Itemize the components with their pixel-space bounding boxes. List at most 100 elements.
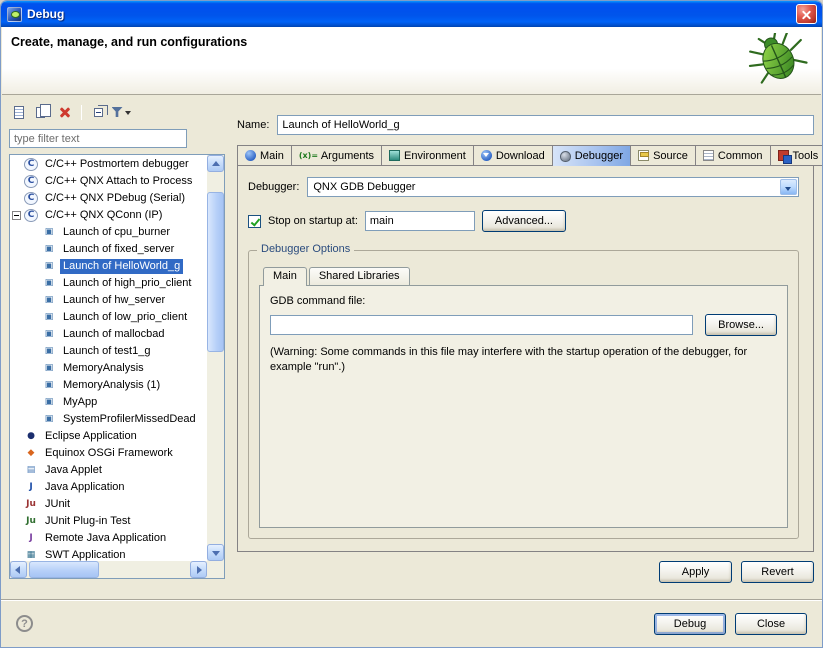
window-title: Debug — [27, 7, 796, 21]
stop-on-startup-input[interactable] — [365, 211, 475, 231]
tab-debugger[interactable]: Debugger — [553, 145, 631, 166]
tree-item[interactable]: ▣ Launch of high_prio_client — [10, 275, 207, 292]
tree-item[interactable]: Ju JUnit Plug-in Test — [10, 513, 207, 530]
qnx-config-icon: C — [24, 209, 38, 222]
scrollbar-corner — [207, 561, 224, 578]
tree-item[interactable]: ▣ MyApp — [10, 394, 207, 411]
expander-icon[interactable] — [12, 211, 21, 220]
collapse-all-icon — [94, 108, 103, 117]
swt-application-icon: ▦ — [24, 549, 38, 561]
tree-item[interactable]: ▣ SystemProfilerMissedDead — [10, 411, 207, 428]
close-button[interactable]: Close — [735, 613, 807, 635]
tree-item[interactable]: ● Eclipse Application — [10, 428, 207, 445]
tab-tools[interactable]: Tools — [771, 145, 823, 166]
apply-button[interactable]: Apply — [659, 561, 732, 583]
junit-plugin-icon: Ju — [24, 515, 38, 528]
tree-item[interactable]: ▣ Launch of HelloWorld_g — [10, 258, 207, 275]
gdb-command-file-input[interactable] — [270, 315, 693, 335]
remote-java-icon: J — [24, 532, 38, 545]
duplicate-icon — [36, 107, 45, 118]
osgi-framework-icon: ◆ — [24, 447, 38, 460]
java-application-icon: J — [24, 481, 38, 494]
launch-config-icon: ▣ — [42, 311, 56, 324]
main-tab-icon — [245, 150, 256, 161]
tree-item[interactable]: ▣ Launch of mallocbad — [10, 326, 207, 343]
debugger-options-title: Debugger Options — [257, 243, 354, 255]
tab-source[interactable]: Source — [631, 145, 696, 166]
stop-on-startup-checkbox[interactable] — [248, 215, 261, 228]
tree-item[interactable]: C C/C++ Postmortem debugger — [10, 156, 207, 173]
debugger-combobox[interactable]: QNX GDB Debugger — [307, 177, 799, 197]
filter-input[interactable] — [9, 129, 187, 148]
tree-item[interactable]: ▣ MemoryAnalysis (1) — [10, 377, 207, 394]
tree-vertical-scrollbar[interactable] — [207, 155, 224, 561]
tree-item[interactable]: C C/C++ QNX Attach to Process — [10, 173, 207, 190]
tab-main[interactable]: Main — [237, 145, 292, 166]
launch-config-icon: ▣ — [42, 226, 56, 239]
duplicate-configuration-button[interactable] — [32, 102, 52, 122]
debugger-tab-panel: Debugger: QNX GDB Debugger Stop on start… — [237, 166, 814, 552]
scroll-down-button[interactable] — [207, 544, 224, 561]
delete-configuration-button[interactable] — [55, 102, 75, 122]
close-icon[interactable] — [796, 4, 817, 24]
scroll-right-button[interactable] — [190, 561, 207, 578]
common-tab-icon — [703, 150, 714, 161]
tree-item[interactable]: C C/C++ QNX PDebug (Serial) — [10, 190, 207, 207]
tree-item[interactable]: C C/C++ QNX QConn (IP) — [10, 207, 207, 224]
advanced-button[interactable]: Advanced... — [482, 210, 566, 232]
tab-environment[interactable]: Environment — [382, 145, 474, 166]
junit-icon: Ju — [24, 498, 38, 511]
arguments-tab-icon — [299, 150, 317, 161]
combobox-dropdown-icon[interactable] — [780, 179, 797, 195]
dialog-icon — [7, 7, 22, 22]
vertical-scroll-thumb[interactable] — [207, 192, 224, 352]
name-input[interactable] — [277, 115, 814, 135]
filter-menu-button[interactable] — [111, 102, 131, 122]
tree-item[interactable]: ▣ Launch of fixed_server — [10, 241, 207, 258]
horizontal-scroll-thumb[interactable] — [29, 561, 99, 578]
launch-config-icon: ▣ — [42, 243, 56, 256]
tree-item[interactable]: Ju JUnit — [10, 496, 207, 513]
help-icon[interactable]: ? — [16, 615, 33, 632]
page-title: Create, manage, and run configurations — [11, 35, 247, 49]
tab-arguments[interactable]: Arguments — [292, 145, 382, 166]
chevron-down-icon — [125, 111, 131, 118]
debugger-tab-icon — [560, 151, 571, 162]
launch-config-icon: ▣ — [42, 396, 56, 409]
tree-item[interactable]: ▣ Launch of hw_server — [10, 292, 207, 309]
tree-horizontal-scrollbar[interactable] — [10, 561, 207, 578]
tree-item[interactable]: ▤ Java Applet — [10, 462, 207, 479]
tree-item[interactable]: J Remote Java Application — [10, 530, 207, 547]
source-tab-icon — [638, 150, 649, 161]
collapse-all-button[interactable] — [88, 102, 108, 122]
tree-item[interactable]: ▣ Launch of cpu_burner — [10, 224, 207, 241]
config-tabbar: Main Arguments Environment Download Debu… — [237, 145, 814, 166]
new-configuration-button[interactable] — [9, 102, 29, 122]
tree-item[interactable]: J Java Application — [10, 479, 207, 496]
browse-button[interactable]: Browse... — [705, 314, 777, 336]
tree-item[interactable]: ▣ Launch of test1_g — [10, 343, 207, 360]
tree-item[interactable]: ▣ Launch of low_prio_client — [10, 309, 207, 326]
delete-icon — [59, 106, 71, 118]
environment-tab-icon — [389, 150, 400, 161]
tab-options-main[interactable]: Main — [263, 267, 307, 286]
debug-dialog: Debug Create, manage, and run configurat… — [0, 0, 823, 648]
tree-item[interactable]: ▣ MemoryAnalysis — [10, 360, 207, 377]
tree-item[interactable]: ◆ Equinox OSGi Framework — [10, 445, 207, 462]
debugger-options-tabbar: Main Shared Libraries — [259, 267, 788, 285]
scroll-left-button[interactable] — [10, 561, 27, 578]
tab-common[interactable]: Common — [696, 145, 771, 166]
revert-button[interactable]: Revert — [741, 561, 814, 583]
toolbar-separator — [81, 105, 82, 120]
debugger-combobox-value: QNX GDB Debugger — [313, 181, 415, 193]
tab-shared-libraries[interactable]: Shared Libraries — [309, 267, 410, 285]
debug-button[interactable]: Debug — [654, 613, 726, 635]
tab-download[interactable]: Download — [474, 145, 553, 166]
launch-config-icon: ▣ — [42, 328, 56, 341]
launch-config-icon: ▣ — [42, 260, 56, 273]
launch-config-icon: ▣ — [42, 379, 56, 392]
dialog-footer: ? Debug Close — [1, 599, 822, 647]
tree-item[interactable]: ▦ SWT Application — [10, 547, 207, 561]
gdb-command-file-label: GDB command file: — [270, 295, 777, 307]
scroll-up-button[interactable] — [207, 155, 224, 172]
